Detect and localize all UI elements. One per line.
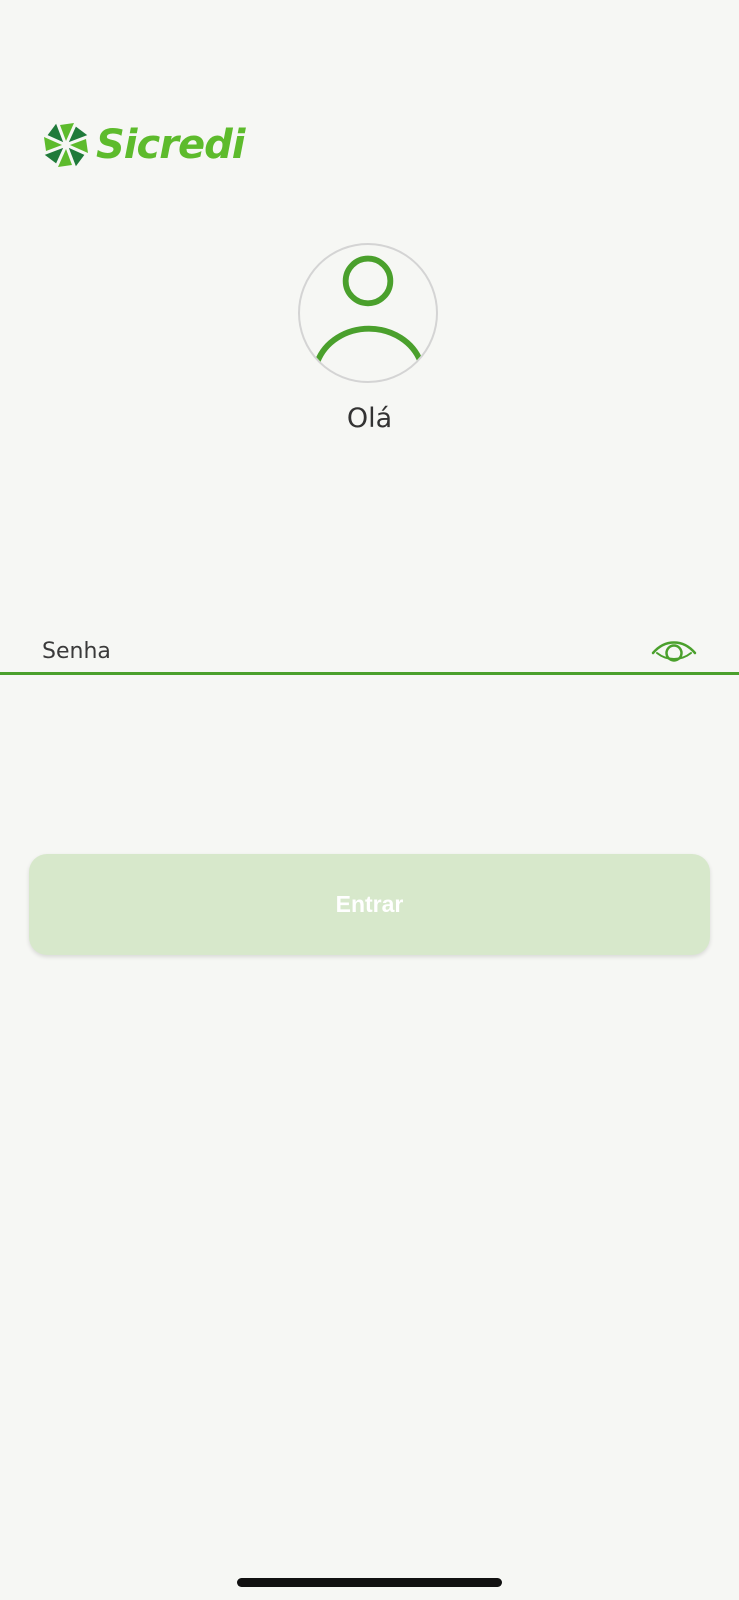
enter-button[interactable]: Entrar bbox=[29, 854, 710, 955]
password-field[interactable]: Senha bbox=[0, 625, 739, 675]
user-avatar[interactable] bbox=[298, 243, 438, 383]
sicredi-pinwheel-icon bbox=[44, 123, 88, 167]
eye-icon[interactable] bbox=[651, 637, 697, 667]
brand-name: Sicredi bbox=[96, 122, 245, 168]
greeting-text: Olá bbox=[346, 403, 393, 434]
sicredi-logo: Sicredi bbox=[42, 120, 245, 170]
user-avatar-icon bbox=[314, 255, 424, 363]
password-label: Senha bbox=[42, 639, 111, 664]
home-indicator bbox=[237, 1578, 502, 1587]
